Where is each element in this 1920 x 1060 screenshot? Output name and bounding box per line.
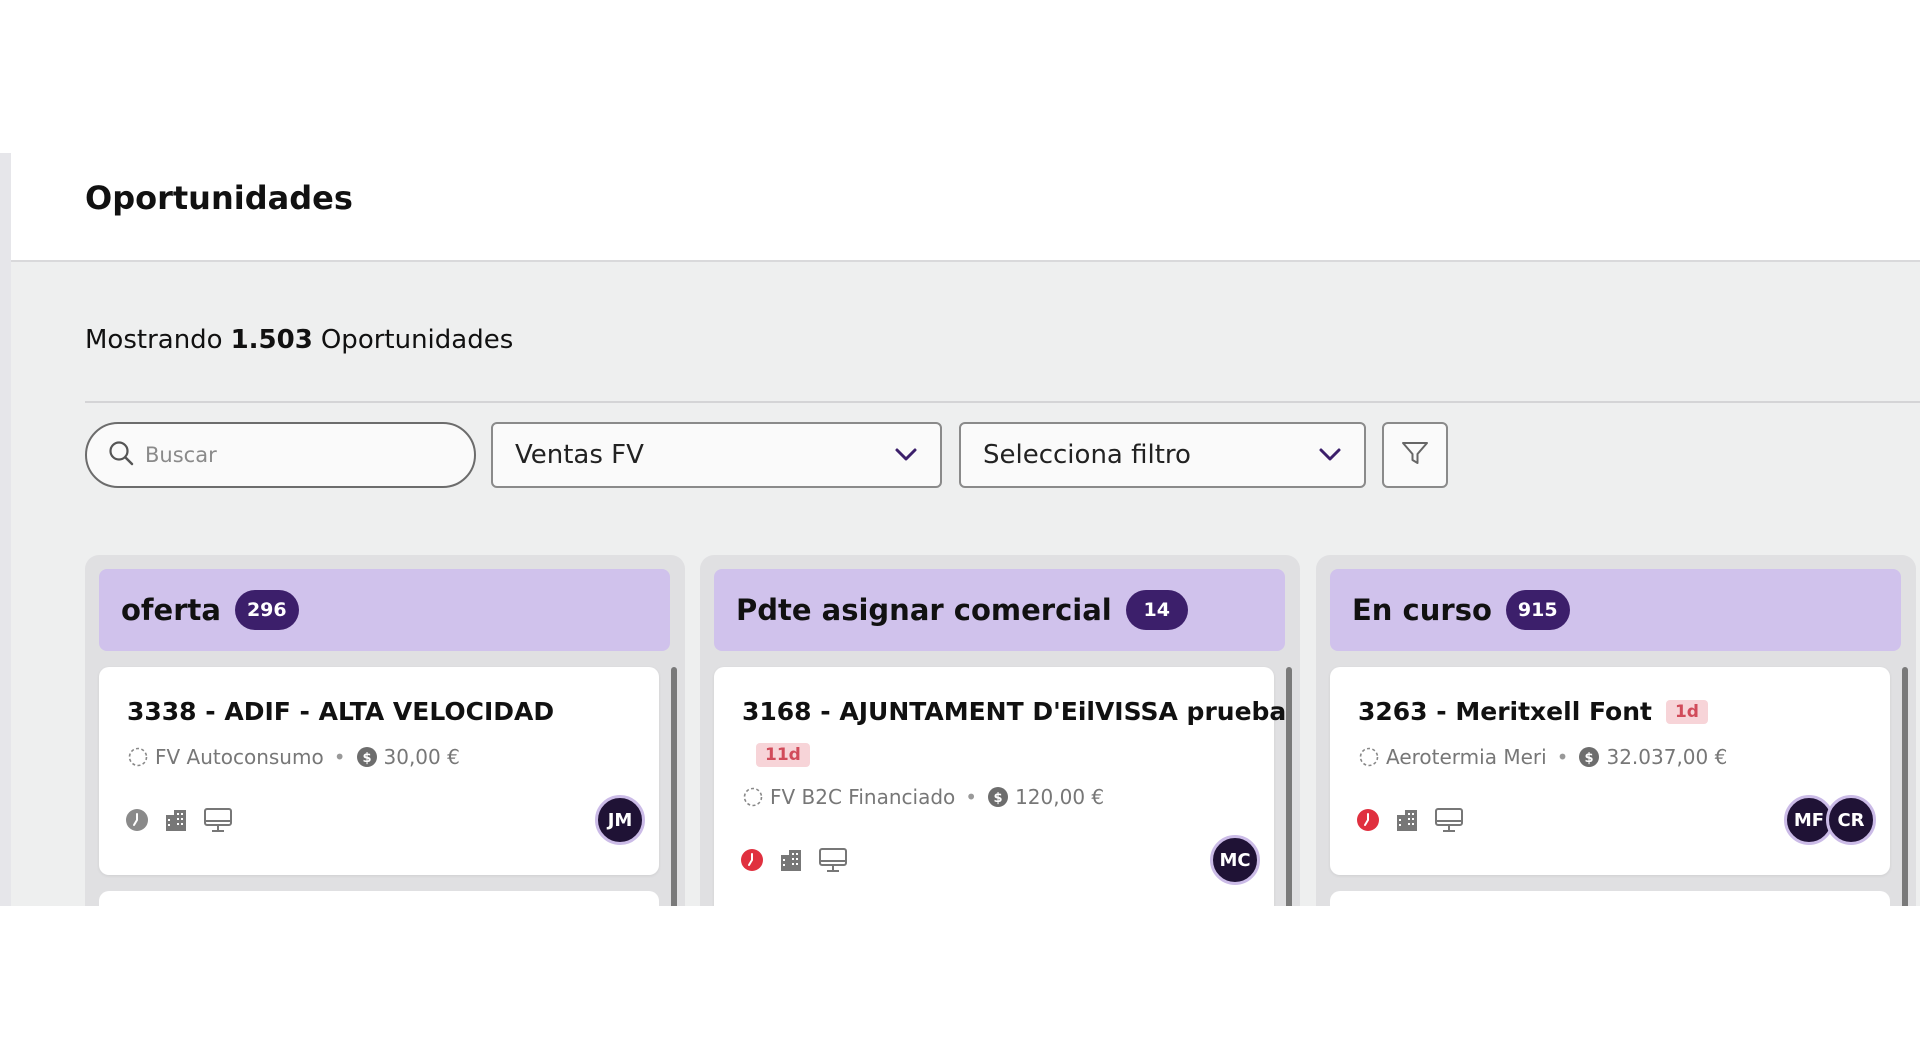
card-title-text: 3338 - ADIF - ALTA VELOCIDAD bbox=[127, 697, 555, 726]
column-scrollbar[interactable] bbox=[1902, 667, 1908, 906]
opportunity-card[interactable]: 3168 - AJUNTAMENT D'EilVISSA prueba 11d … bbox=[714, 667, 1286, 906]
funnel-icon bbox=[1400, 438, 1430, 472]
card-meta: FV B2C Financiado • $ 120,00 € bbox=[742, 785, 1104, 809]
dashed-circle-icon bbox=[128, 747, 148, 767]
results-summary: Mostrando 1.503 Oportunidades bbox=[85, 325, 513, 355]
column-title: oferta bbox=[121, 593, 221, 627]
building-icon[interactable] bbox=[778, 847, 804, 873]
card-amount: 32.037,00 € bbox=[1606, 745, 1728, 769]
separator-dot: • bbox=[1556, 745, 1569, 769]
results-suffix: Oportunidades bbox=[320, 325, 514, 355]
opportunity-card-partial[interactable] bbox=[99, 891, 659, 906]
column-count-badge: 296 bbox=[234, 590, 299, 630]
clock-icon[interactable] bbox=[740, 848, 764, 872]
card-type: Aerotermia Meri bbox=[1386, 745, 1547, 769]
chevron-down-icon bbox=[1318, 440, 1342, 470]
card-avatars: MC bbox=[1210, 835, 1260, 885]
clock-icon[interactable] bbox=[1356, 808, 1380, 832]
chevron-down-icon bbox=[894, 440, 918, 470]
card-icons bbox=[125, 807, 233, 833]
dashed-circle-icon bbox=[743, 787, 763, 807]
building-icon[interactable] bbox=[1394, 807, 1420, 833]
column-header: oferta 296 bbox=[99, 569, 670, 651]
divider bbox=[85, 401, 1920, 403]
filter-select[interactable]: Selecciona filtro bbox=[959, 422, 1366, 488]
app-frame: Oportunidades Mostrando 1.503 Oportunidade… bbox=[0, 153, 1920, 906]
column-header: En curso 915 bbox=[1330, 569, 1901, 651]
column-scrollbar[interactable] bbox=[671, 667, 677, 906]
card-icons bbox=[740, 847, 848, 873]
main-content: Mostrando1.503Oportunidades Ventas FV Se… bbox=[11, 262, 1920, 906]
card-title-text: 3168 - AJUNTAMENT D'EilVISSA prueba bbox=[742, 697, 1287, 726]
card-title: 3263 - Meritxell Font 1d bbox=[1358, 697, 1708, 726]
avatar[interactable]: CR bbox=[1826, 795, 1876, 845]
results-count: 1.503 bbox=[230, 325, 313, 355]
separator-dot: • bbox=[965, 785, 978, 809]
search-icon bbox=[107, 439, 135, 471]
pipeline-select-value: Ventas FV bbox=[515, 440, 644, 470]
card-avatars: JM bbox=[595, 795, 645, 845]
separator-dot: • bbox=[333, 745, 346, 769]
card-meta: FV Autoconsumo • $ 30,00 € bbox=[127, 745, 460, 769]
kanban-column-en-curso: En curso 915 3263 - Meritxell Font 1d Ae… bbox=[1316, 555, 1916, 906]
card-amount: 120,00 € bbox=[1015, 785, 1105, 809]
pipeline-select[interactable]: Ventas FV bbox=[491, 422, 942, 488]
card-title: 3338 - ADIF - ALTA VELOCIDAD bbox=[127, 697, 554, 726]
card-amount: 30,00 € bbox=[383, 745, 460, 769]
results-prefix: Mostrando bbox=[85, 325, 223, 355]
left-sidebar-edge bbox=[0, 153, 11, 906]
page-header: Oportunidades bbox=[11, 153, 1920, 262]
kanban-column-oferta: oferta 296 3338 - ADIF - ALTA VELOCIDAD … bbox=[85, 555, 685, 906]
dollar-coin-icon: $ bbox=[988, 787, 1009, 807]
monitor-icon[interactable] bbox=[203, 807, 233, 833]
card-meta: Aerotermia Meri • $ 32.037,00 € bbox=[1358, 745, 1727, 769]
column-count-badge: 915 bbox=[1505, 590, 1570, 630]
column-count-badge: 14 bbox=[1125, 590, 1188, 630]
column-title: En curso bbox=[1352, 593, 1492, 627]
opportunity-card-partial[interactable] bbox=[1330, 891, 1890, 906]
svg-text:$: $ bbox=[362, 751, 371, 766]
search-box[interactable] bbox=[85, 422, 476, 488]
card-icons bbox=[1356, 807, 1464, 833]
card-title-text: 3263 - Meritxell Font bbox=[1358, 697, 1652, 726]
clock-icon[interactable] bbox=[125, 808, 149, 832]
opportunity-card[interactable]: 3338 - ADIF - ALTA VELOCIDAD FV Autocons… bbox=[99, 667, 659, 875]
kanban-column-pdte-asignar: Pdte asignar comercial 14 3168 - AJUNTAM… bbox=[700, 555, 1300, 906]
dollar-coin-icon: $ bbox=[1579, 747, 1600, 767]
search-input[interactable] bbox=[145, 443, 435, 467]
card-avatars: MF CR bbox=[1784, 795, 1876, 845]
advanced-filter-button[interactable] bbox=[1382, 422, 1448, 488]
column-scrollbar[interactable] bbox=[1286, 667, 1292, 906]
page-title: Oportunidades bbox=[85, 179, 353, 217]
days-badge: 1d bbox=[1665, 699, 1708, 724]
monitor-icon[interactable] bbox=[1434, 807, 1464, 833]
days-badge: 11d bbox=[756, 743, 810, 767]
svg-text:$: $ bbox=[1585, 751, 1594, 766]
building-icon[interactable] bbox=[163, 807, 189, 833]
card-title: 3168 - AJUNTAMENT D'EilVISSA prueba bbox=[742, 697, 1286, 726]
filter-select-value: Selecciona filtro bbox=[983, 440, 1191, 470]
dollar-coin-icon: $ bbox=[356, 747, 377, 767]
card-type: FV B2C Financiado bbox=[770, 785, 956, 809]
avatar[interactable]: MC bbox=[1210, 835, 1260, 885]
dashed-circle-icon bbox=[1359, 747, 1379, 767]
column-header: Pdte asignar comercial 14 bbox=[714, 569, 1285, 651]
opportunity-card[interactable]: 3263 - Meritxell Font 1d Aerotermia Meri… bbox=[1330, 667, 1890, 875]
card-type: FV Autoconsumo bbox=[155, 745, 324, 769]
avatar[interactable]: JM bbox=[595, 795, 645, 845]
monitor-icon[interactable] bbox=[818, 847, 848, 873]
column-title: Pdte asignar comercial bbox=[736, 593, 1112, 627]
svg-text:$: $ bbox=[994, 791, 1003, 806]
